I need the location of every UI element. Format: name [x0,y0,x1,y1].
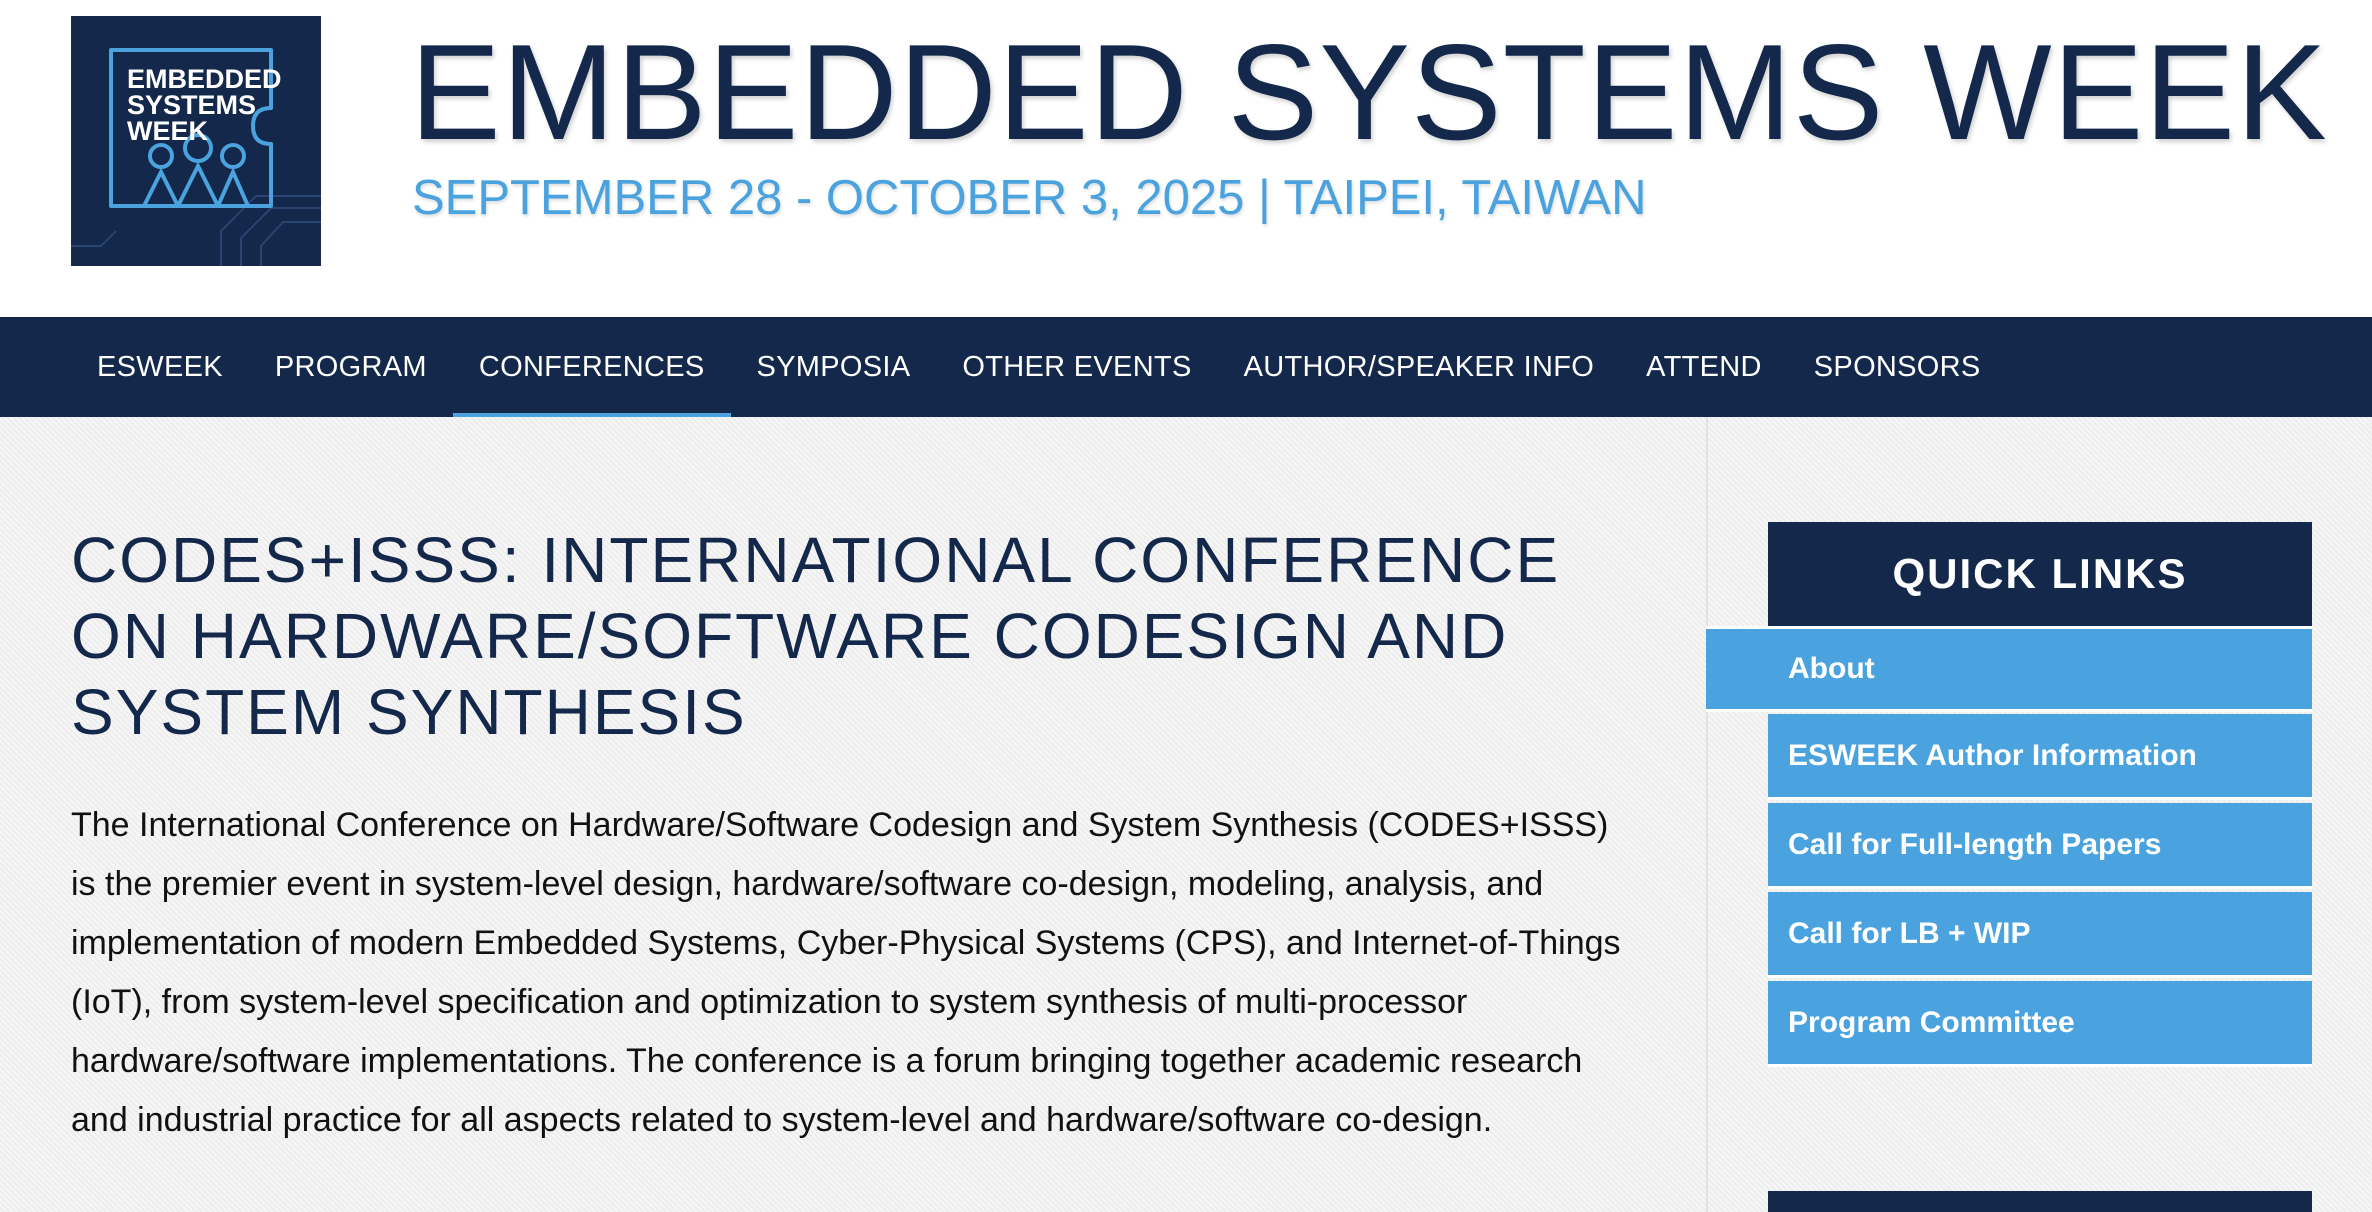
intro-paragraph: The International Conference on Hardware… [71,806,1621,1139]
nav-item-program[interactable]: PROGRAM [249,317,453,417]
main-area: CODES+ISSS: INTERNATIONAL CONFERENCE ON … [0,417,2372,1212]
nav-item-esweek[interactable]: ESWEEK [71,317,249,417]
quick-link-author-information[interactable]: ESWEEK Author Information [1768,714,2312,800]
site-title: EMBEDDED SYSTEMS WEEK [410,16,2328,168]
sidebar: QUICK LINKS About ESWEEK Author Informat… [1706,417,2372,1212]
nav-item-author-speaker-info[interactable]: AUTHOR/SPEAKER INFO [1218,317,1621,417]
nav-item-attend[interactable]: ATTEND [1620,317,1788,417]
site-logo[interactable]: EMBEDDED SYSTEMS WEEK [71,16,321,266]
site-subtitle: SEPTEMBER 28 - OCTOBER 3, 2025 | TAIPEI,… [412,171,1647,225]
quick-link-call-for-lb-wip[interactable]: Call for LB + WIP [1768,892,2312,978]
quick-link-program-committee[interactable]: Program Committee [1768,981,2312,1067]
nav-item-sponsors[interactable]: SPONSORS [1788,317,2007,417]
nav-item-other-events[interactable]: OTHER EVENTS [936,317,1217,417]
nav-item-symposia[interactable]: SYMPOSIA [731,317,937,417]
esweek-logo-icon: EMBEDDED SYSTEMS WEEK [71,48,321,266]
next-sidebar-widget [1768,1191,2312,1212]
nav-list: ESWEEK PROGRAM CONFERENCES SYMPOSIA OTHE… [71,317,2007,417]
nav-item-conferences[interactable]: CONFERENCES [452,317,731,417]
logo-text-week: WEEK [127,116,209,146]
quick-link-about[interactable]: About [1706,626,2312,712]
quick-link-call-for-papers[interactable]: Call for Full-length Papers [1768,803,2312,889]
main-nav: ESWEEK PROGRAM CONFERENCES SYMPOSIA OTHE… [0,317,2372,417]
quick-links-header: QUICK LINKS [1768,522,2312,626]
site-header: EMBEDDED SYSTEMS WEEK EMBEDDED SYSTEMS W… [0,0,2372,317]
page-title: CODES+ISSS: INTERNATIONAL CONFERENCE ON … [71,524,1561,748]
